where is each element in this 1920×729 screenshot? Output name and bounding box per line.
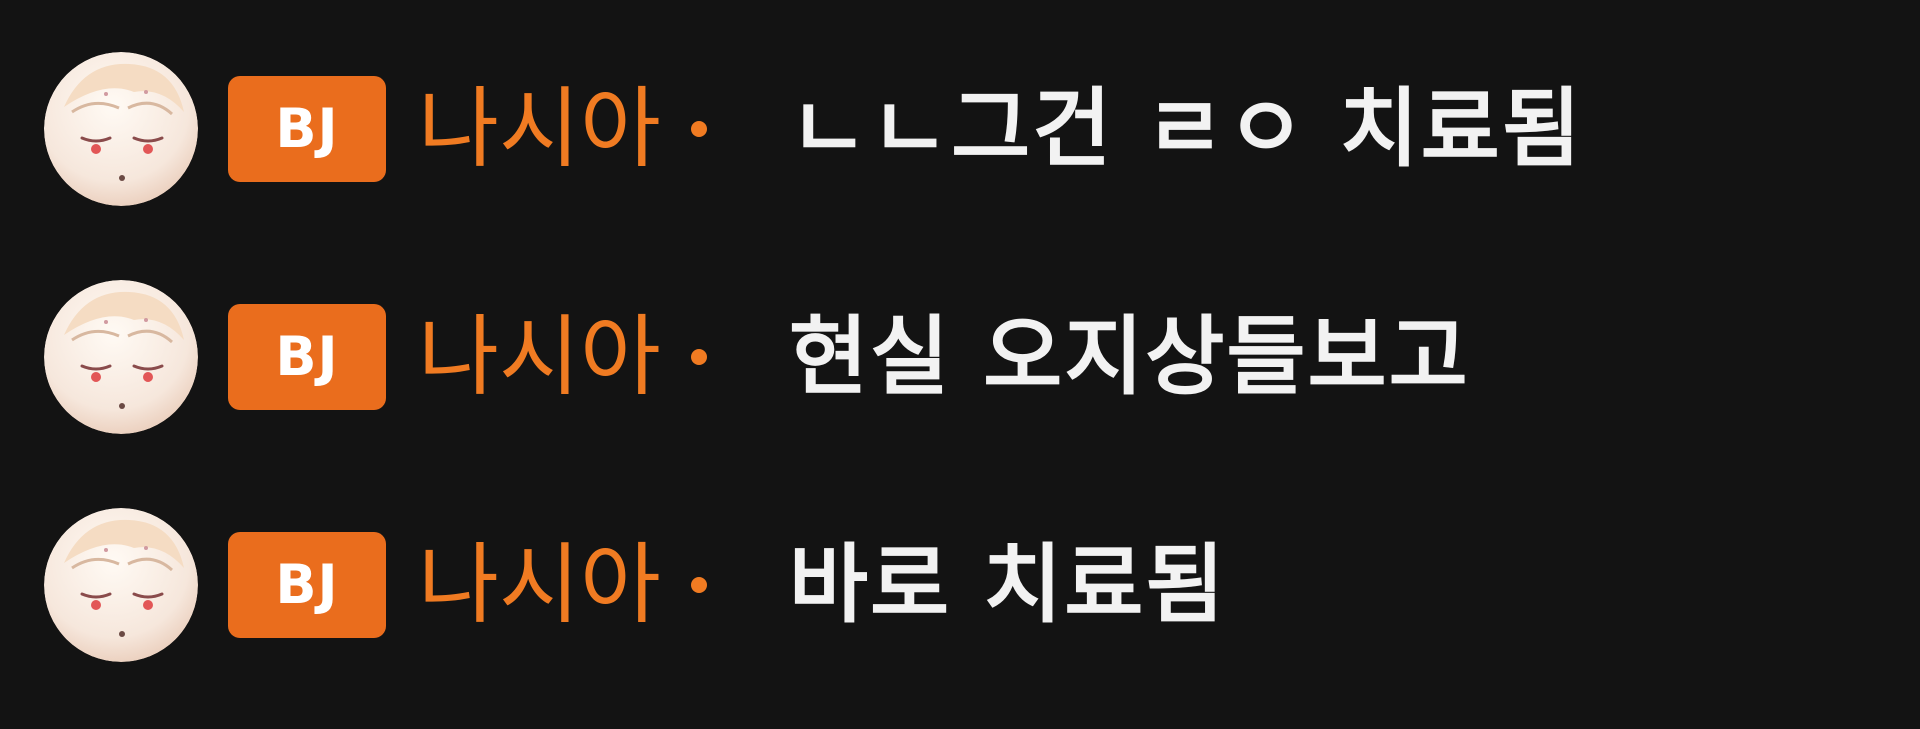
dot-icon — [690, 121, 707, 137]
chat-message-text: 바로 치료됨 — [788, 535, 1227, 635]
bj-badge: BJ — [228, 304, 386, 410]
chat-nickname[interactable]: 나시아 — [418, 313, 661, 401]
chat-list: BJ 나시아 ㄴㄴ그건 ㄹㅇ 치료됨 BJ 나시아 현실 오지상들보고 BJ 나… — [0, 0, 1920, 729]
chat-message: BJ 나시아 바로 치료됨 — [0, 506, 1920, 664]
chat-message: BJ 나시아 현실 오지상들보고 — [0, 278, 1920, 436]
bj-badge: BJ — [228, 76, 386, 182]
chat-nickname[interactable]: 나시아 — [418, 541, 661, 629]
chat-message-text: 현실 오지상들보고 — [788, 307, 1470, 407]
chat-nickname[interactable]: 나시아 — [418, 85, 661, 173]
chat-message: BJ 나시아 ㄴㄴ그건 ㄹㅇ 치료됨 — [0, 50, 1920, 208]
dot-icon — [690, 577, 707, 593]
user-avatar-icon[interactable] — [44, 280, 198, 434]
chat-message-text: ㄴㄴ그건 ㄹㅇ 치료됨 — [788, 79, 1583, 179]
user-avatar-icon[interactable] — [44, 52, 198, 206]
bj-badge: BJ — [228, 532, 386, 638]
user-avatar-icon[interactable] — [44, 508, 198, 662]
dot-icon — [690, 349, 707, 365]
